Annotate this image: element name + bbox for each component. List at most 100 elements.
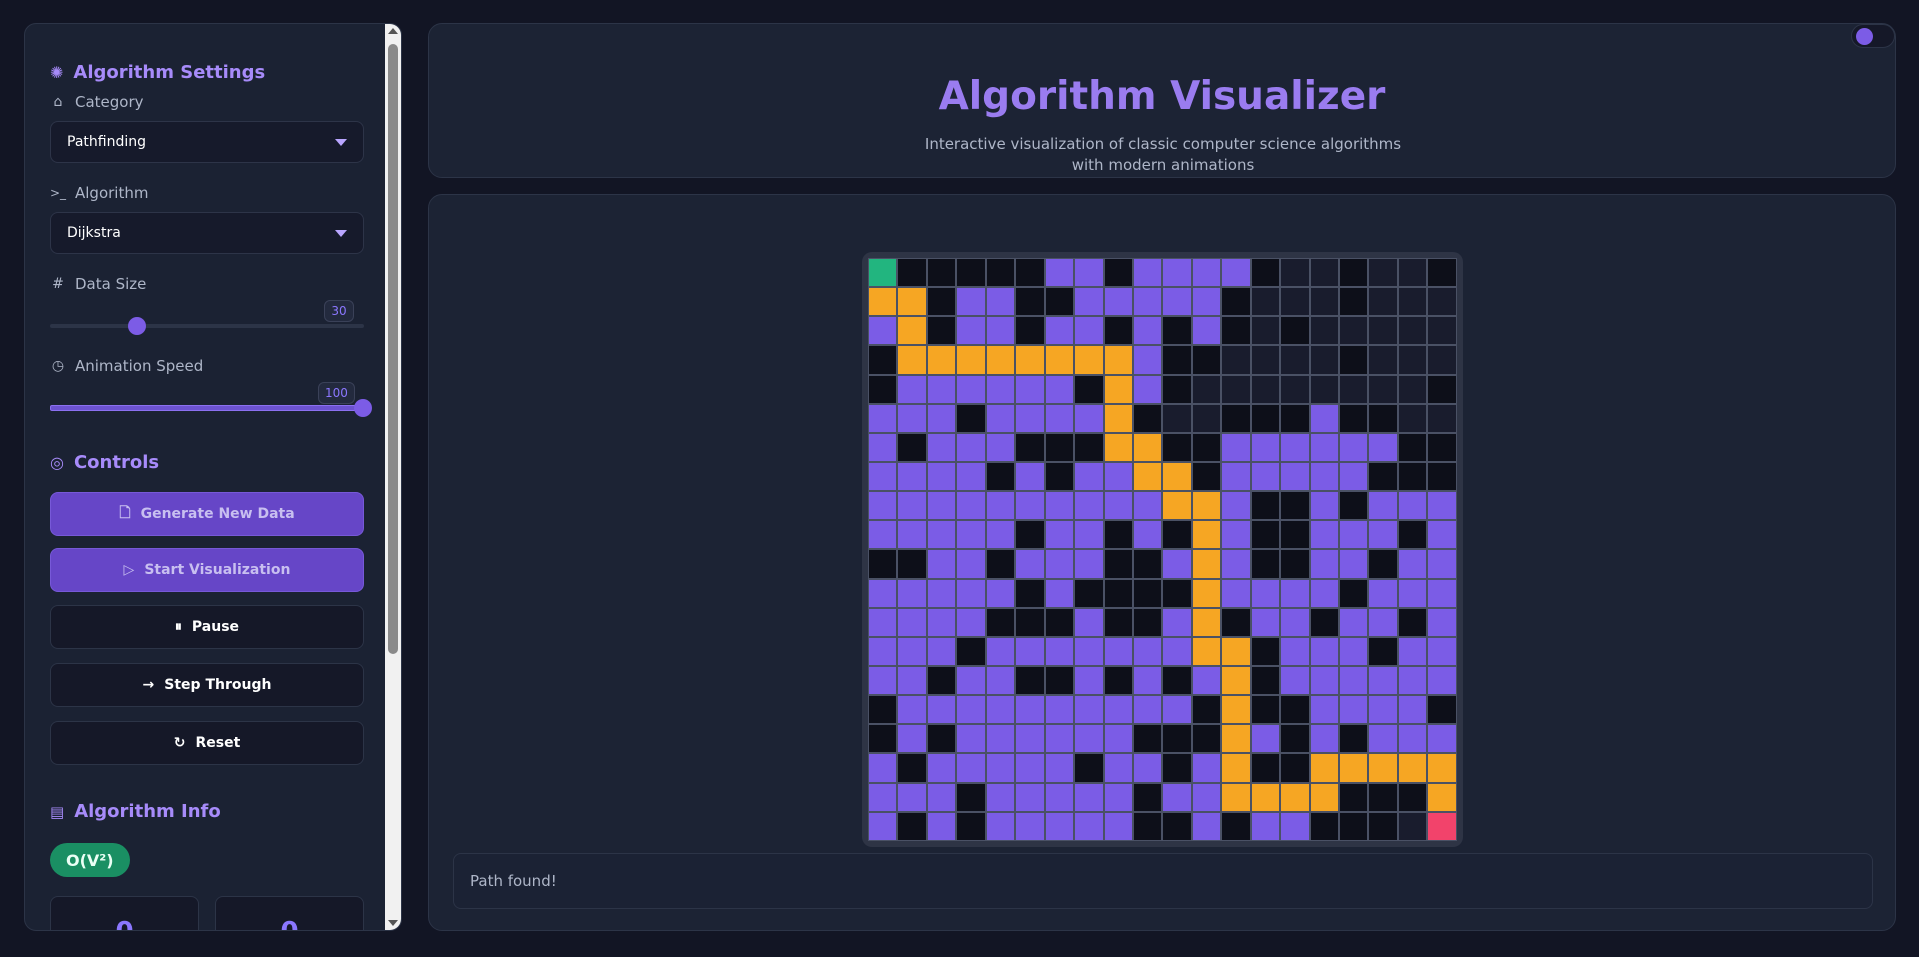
wall-cell[interactable] xyxy=(1132,607,1163,637)
visited-cell[interactable] xyxy=(1339,695,1369,725)
visited-cell[interactable] xyxy=(985,432,1016,462)
empty-cell[interactable] xyxy=(1280,374,1310,404)
visited-cell[interactable] xyxy=(1074,258,1104,288)
wall-cell[interactable] xyxy=(1103,665,1133,696)
visited-cell[interactable] xyxy=(1162,636,1192,666)
wall-cell[interactable] xyxy=(1221,811,1251,841)
scroll-thumb[interactable] xyxy=(388,44,398,654)
visited-cell[interactable] xyxy=(1309,695,1339,725)
visited-cell[interactable] xyxy=(926,578,957,608)
wall-cell[interactable] xyxy=(1339,345,1369,375)
visited-cell[interactable] xyxy=(956,549,986,579)
visited-cell[interactable] xyxy=(1132,520,1163,550)
wall-cell[interactable] xyxy=(1368,782,1398,812)
wall-cell[interactable] xyxy=(1162,811,1192,841)
visited-cell[interactable] xyxy=(1074,636,1104,666)
wall-cell[interactable] xyxy=(1397,461,1428,492)
visited-cell[interactable] xyxy=(868,403,898,433)
visited-cell[interactable] xyxy=(1132,258,1163,288)
wall-cell[interactable] xyxy=(985,461,1016,492)
visited-cell[interactable] xyxy=(1044,753,1075,783)
wall-cell[interactable] xyxy=(1132,811,1163,841)
wall-cell[interactable] xyxy=(1221,403,1251,433)
visited-cell[interactable] xyxy=(985,316,1016,346)
wall-cell[interactable] xyxy=(1191,461,1222,492)
path-cell[interactable] xyxy=(897,345,927,375)
wall-cell[interactable] xyxy=(1280,695,1310,725)
sidebar-scrollbar[interactable] xyxy=(385,24,401,930)
wall-cell[interactable] xyxy=(1103,258,1133,288)
wall-cell[interactable] xyxy=(1427,374,1457,404)
visited-cell[interactable] xyxy=(868,665,898,696)
visited-cell[interactable] xyxy=(1368,665,1398,696)
wall-cell[interactable] xyxy=(868,345,898,375)
empty-cell[interactable] xyxy=(1397,258,1428,288)
visited-cell[interactable] xyxy=(926,403,957,433)
visited-cell[interactable] xyxy=(926,782,957,812)
visited-cell[interactable] xyxy=(1162,782,1192,812)
wall-cell[interactable] xyxy=(1250,491,1281,521)
path-cell[interactable] xyxy=(1221,724,1251,754)
empty-cell[interactable] xyxy=(1309,345,1339,375)
visited-cell[interactable] xyxy=(985,665,1016,696)
visited-cell[interactable] xyxy=(926,549,957,579)
empty-cell[interactable] xyxy=(1250,287,1281,317)
wall-cell[interactable] xyxy=(1397,782,1428,812)
wall-cell[interactable] xyxy=(1162,753,1192,783)
start-cell[interactable] xyxy=(868,258,898,288)
wall-cell[interactable] xyxy=(1221,287,1251,317)
visited-cell[interactable] xyxy=(1015,549,1045,579)
empty-cell[interactable] xyxy=(1427,403,1457,433)
visited-cell[interactable] xyxy=(1309,491,1339,521)
wall-cell[interactable] xyxy=(1250,665,1281,696)
visited-cell[interactable] xyxy=(1309,432,1339,462)
wall-cell[interactable] xyxy=(956,258,986,288)
wall-cell[interactable] xyxy=(1132,578,1163,608)
wall-cell[interactable] xyxy=(897,258,927,288)
path-cell[interactable] xyxy=(1368,753,1398,783)
wall-cell[interactable] xyxy=(1250,549,1281,579)
wall-cell[interactable] xyxy=(1132,724,1163,754)
visited-cell[interactable] xyxy=(1368,520,1398,550)
visited-cell[interactable] xyxy=(1074,549,1104,579)
empty-cell[interactable] xyxy=(1280,287,1310,317)
visited-cell[interactable] xyxy=(1162,287,1192,317)
visited-cell[interactable] xyxy=(1132,636,1163,666)
wall-cell[interactable] xyxy=(1103,520,1133,550)
visited-cell[interactable] xyxy=(1015,491,1045,521)
empty-cell[interactable] xyxy=(1191,403,1222,433)
algorithm-select[interactable]: Dijkstra xyxy=(50,212,364,254)
visited-cell[interactable] xyxy=(868,491,898,521)
visited-cell[interactable] xyxy=(1427,665,1457,696)
path-cell[interactable] xyxy=(1427,753,1457,783)
path-cell[interactable] xyxy=(1103,374,1133,404)
path-cell[interactable] xyxy=(1191,636,1222,666)
visited-cell[interactable] xyxy=(956,695,986,725)
wall-cell[interactable] xyxy=(1280,753,1310,783)
visited-cell[interactable] xyxy=(1132,695,1163,725)
wall-cell[interactable] xyxy=(1368,461,1398,492)
wall-cell[interactable] xyxy=(1397,432,1428,462)
empty-cell[interactable] xyxy=(1191,374,1222,404)
visited-cell[interactable] xyxy=(868,782,898,812)
empty-cell[interactable] xyxy=(1309,374,1339,404)
wall-cell[interactable] xyxy=(1162,724,1192,754)
empty-cell[interactable] xyxy=(1397,374,1428,404)
visited-cell[interactable] xyxy=(1074,665,1104,696)
visited-cell[interactable] xyxy=(926,461,957,492)
wall-cell[interactable] xyxy=(1132,403,1163,433)
visited-cell[interactable] xyxy=(1339,520,1369,550)
wall-cell[interactable] xyxy=(1015,287,1045,317)
generate-data-button[interactable]: 🗋 Generate New Data xyxy=(50,492,364,536)
visited-cell[interactable] xyxy=(1132,287,1163,317)
visited-cell[interactable] xyxy=(897,724,927,754)
wall-cell[interactable] xyxy=(1280,491,1310,521)
visited-cell[interactable] xyxy=(1309,636,1339,666)
visited-cell[interactable] xyxy=(1044,811,1075,841)
visited-cell[interactable] xyxy=(1103,636,1133,666)
wall-cell[interactable] xyxy=(1250,753,1281,783)
visited-cell[interactable] xyxy=(1015,403,1045,433)
visited-cell[interactable] xyxy=(1250,811,1281,841)
visited-cell[interactable] xyxy=(1339,665,1369,696)
wall-cell[interactable] xyxy=(1103,607,1133,637)
